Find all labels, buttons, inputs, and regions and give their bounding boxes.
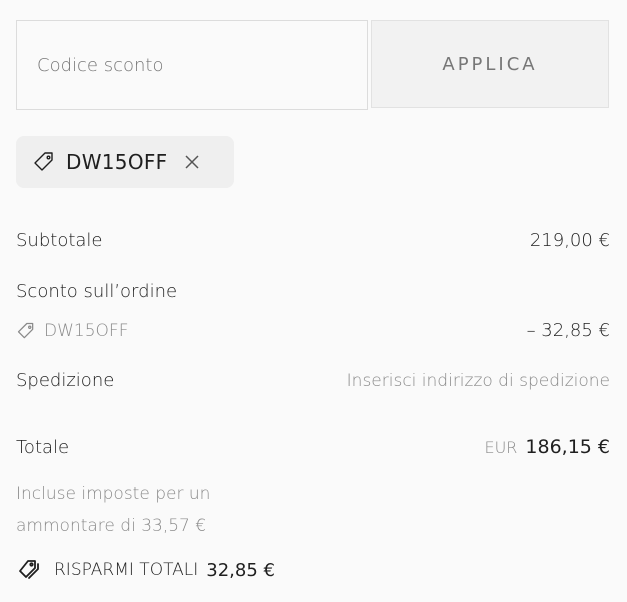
shipping-row: Spedizione Inserisci indirizzo di spediz… — [16, 370, 610, 391]
total-value: EUR 186,15 € — [484, 436, 610, 458]
order-discount-label: Sconto sull’ordine — [16, 281, 178, 302]
subtotal-row: Subtotale 219,00 € — [16, 230, 610, 251]
shipping-label: Spedizione — [16, 370, 115, 391]
discount-code-row: DW15OFF – 32,85 € — [16, 320, 610, 341]
close-icon[interactable] — [183, 153, 201, 171]
savings-label: RISPARMI TOTALI — [54, 560, 199, 580]
applied-discount-code: DW15OFF — [66, 150, 168, 174]
savings-value: 32,85 € — [206, 559, 275, 581]
total-amount: 186,15 € — [525, 436, 610, 458]
subtotal-label: Subtotale — [16, 230, 103, 251]
total-row: Totale EUR 186,15 € — [16, 436, 610, 458]
subtotal-value: 219,00 € — [529, 230, 610, 251]
discount-code-input[interactable] — [16, 20, 368, 110]
discount-code-form: APPLICA — [16, 20, 610, 110]
shipping-value: Inserisci indirizzo di spedizione — [346, 371, 610, 391]
tag-icon — [16, 321, 36, 341]
tag-icon — [32, 150, 56, 174]
discount-code-tag: DW15OFF — [16, 321, 128, 341]
applied-discount-chip: DW15OFF — [16, 136, 234, 188]
apply-button[interactable]: APPLICA — [371, 20, 609, 108]
discount-value: – 32,85 € — [526, 320, 610, 341]
total-currency: EUR — [484, 438, 518, 457]
tags-icon — [16, 558, 42, 582]
total-label: Totale — [16, 437, 70, 458]
total-savings: RISPARMI TOTALI 32,85 € — [16, 558, 275, 582]
order-discount-row: Sconto sull’ordine — [16, 281, 610, 302]
discount-code-label: DW15OFF — [44, 320, 129, 341]
tax-note: Incluse imposte per un ammontare di 33,5… — [16, 484, 211, 536]
